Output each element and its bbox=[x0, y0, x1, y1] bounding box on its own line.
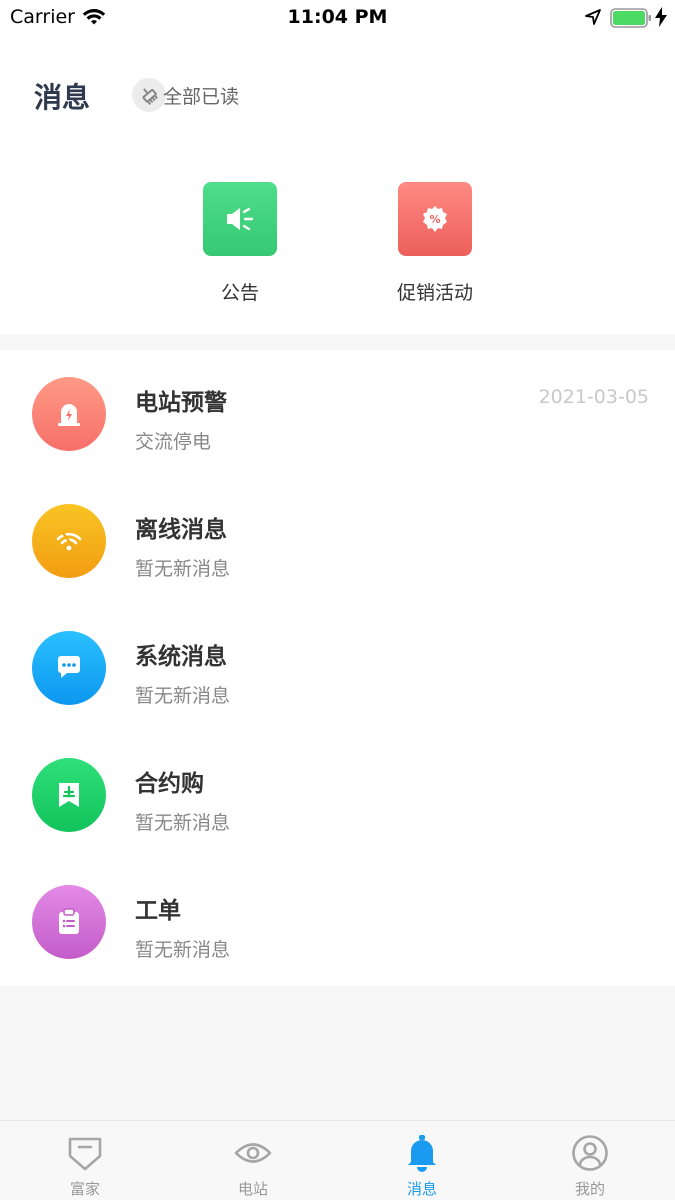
tab-label: 我的 bbox=[574, 1180, 605, 1198]
clock-time: 11:04 PM bbox=[287, 6, 388, 28]
message-title: 合约购 bbox=[135, 771, 204, 797]
charging-bolt-icon bbox=[655, 7, 667, 31]
megaphone-icon bbox=[203, 182, 277, 256]
message-title: 系统消息 bbox=[135, 644, 227, 670]
contract-bookmark-icon bbox=[32, 758, 106, 832]
wifi-off-icon bbox=[32, 504, 106, 578]
message-list: 电站预警 交流停电 2021-03-05 离线消息 暂无新消息 系统消息 暂无新… bbox=[0, 350, 675, 986]
tab-home[interactable]: 富家 bbox=[35, 1133, 135, 1199]
message-subtitle: 暂无新消息 bbox=[135, 685, 231, 707]
tab-label: 消息 bbox=[406, 1180, 437, 1198]
alarm-lamp-icon bbox=[32, 377, 106, 451]
discount-badge-icon: % bbox=[398, 182, 472, 256]
announcements-label: 公告 bbox=[220, 282, 259, 304]
message-title: 工单 bbox=[135, 898, 181, 924]
message-title: 离线消息 bbox=[135, 517, 227, 543]
broom-icon bbox=[132, 78, 166, 112]
bottom-tab-bar: 富家 电站 消息 我的 bbox=[0, 1120, 675, 1200]
list-item-system[interactable]: 系统消息 暂无新消息 bbox=[0, 604, 675, 731]
mark-all-read-label: 全部已读 bbox=[163, 85, 240, 108]
messages-header: 消息 全部已读 公告 % 促销活动 bbox=[0, 36, 675, 334]
list-item-station-alert[interactable]: 电站预警 交流停电 2021-03-05 bbox=[0, 350, 675, 477]
messages-screen: Carrier 11:04 PM 消息 全部已读 公告 % 促销活动 电站预警 … bbox=[0, 0, 675, 1200]
list-item-offline[interactable]: 离线消息 暂无新消息 bbox=[0, 477, 675, 604]
message-subtitle: 交流停电 bbox=[135, 431, 212, 453]
message-subtitle: 暂无新消息 bbox=[135, 939, 231, 961]
page-title: 消息 bbox=[34, 81, 91, 114]
tab-station[interactable]: 电站 bbox=[203, 1133, 303, 1199]
list-item-work-order[interactable]: 工单 暂无新消息 bbox=[0, 858, 675, 985]
battery-icon bbox=[610, 8, 652, 32]
message-title: 电站预警 bbox=[135, 390, 227, 416]
bell-icon bbox=[372, 1133, 472, 1173]
diamond-shield-icon bbox=[35, 1133, 135, 1173]
tab-label: 富家 bbox=[69, 1180, 100, 1198]
list-item-contract[interactable]: 合约购 暂无新消息 bbox=[0, 731, 675, 858]
message-subtitle: 暂无新消息 bbox=[135, 812, 231, 834]
chat-bubble-icon bbox=[32, 631, 106, 705]
tab-label: 电站 bbox=[237, 1180, 268, 1198]
clipboard-icon bbox=[32, 885, 106, 959]
mark-all-read-button[interactable]: 全部已读 bbox=[132, 77, 239, 113]
eye-icon bbox=[203, 1133, 303, 1173]
message-subtitle: 暂无新消息 bbox=[135, 558, 231, 580]
user-circle-icon bbox=[540, 1133, 640, 1173]
message-date: 2021-03-05 bbox=[538, 386, 649, 408]
promotions-label: 促销活动 bbox=[396, 282, 473, 304]
tab-messages[interactable]: 消息 bbox=[372, 1133, 472, 1199]
announcements-button[interactable]: 公告 bbox=[180, 182, 300, 305]
promotions-button[interactable]: % 促销活动 bbox=[375, 182, 495, 305]
tab-profile[interactable]: 我的 bbox=[540, 1133, 640, 1199]
location-arrow-icon bbox=[584, 8, 602, 30]
status-bar: Carrier 11:04 PM bbox=[0, 0, 675, 36]
svg-text:%: % bbox=[429, 213, 440, 226]
